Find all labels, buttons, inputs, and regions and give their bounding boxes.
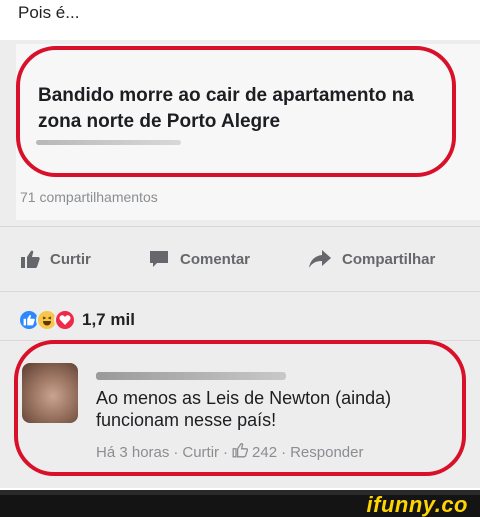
love-reaction-icon bbox=[54, 309, 76, 331]
thumbs-up-icon bbox=[20, 249, 40, 269]
red-circle-comment bbox=[14, 340, 466, 476]
divider bbox=[0, 226, 480, 227]
red-circle-headline bbox=[16, 46, 456, 177]
reaction-summary[interactable]: 1,7 mil bbox=[18, 309, 135, 331]
reaction-count: 1,7 mil bbox=[82, 310, 135, 329]
comment-label: Comentar bbox=[180, 250, 251, 268]
like-button[interactable]: Curtir bbox=[20, 249, 91, 269]
shares-count[interactable]: 71 compartilhamentos bbox=[20, 189, 158, 205]
divider bbox=[0, 291, 480, 292]
share-button[interactable]: Compartilhar bbox=[308, 249, 435, 269]
share-label: Compartilhar bbox=[342, 250, 436, 268]
comment-button[interactable]: Comentar bbox=[148, 249, 250, 269]
ifunny-logo: ifunny.co bbox=[366, 492, 468, 517]
watermark-bar: ifunny.co bbox=[0, 490, 480, 517]
caption: Pois é... bbox=[18, 3, 80, 22]
comment-icon bbox=[148, 249, 170, 269]
share-arrow-icon bbox=[308, 249, 332, 269]
like-label: Curtir bbox=[50, 250, 91, 268]
